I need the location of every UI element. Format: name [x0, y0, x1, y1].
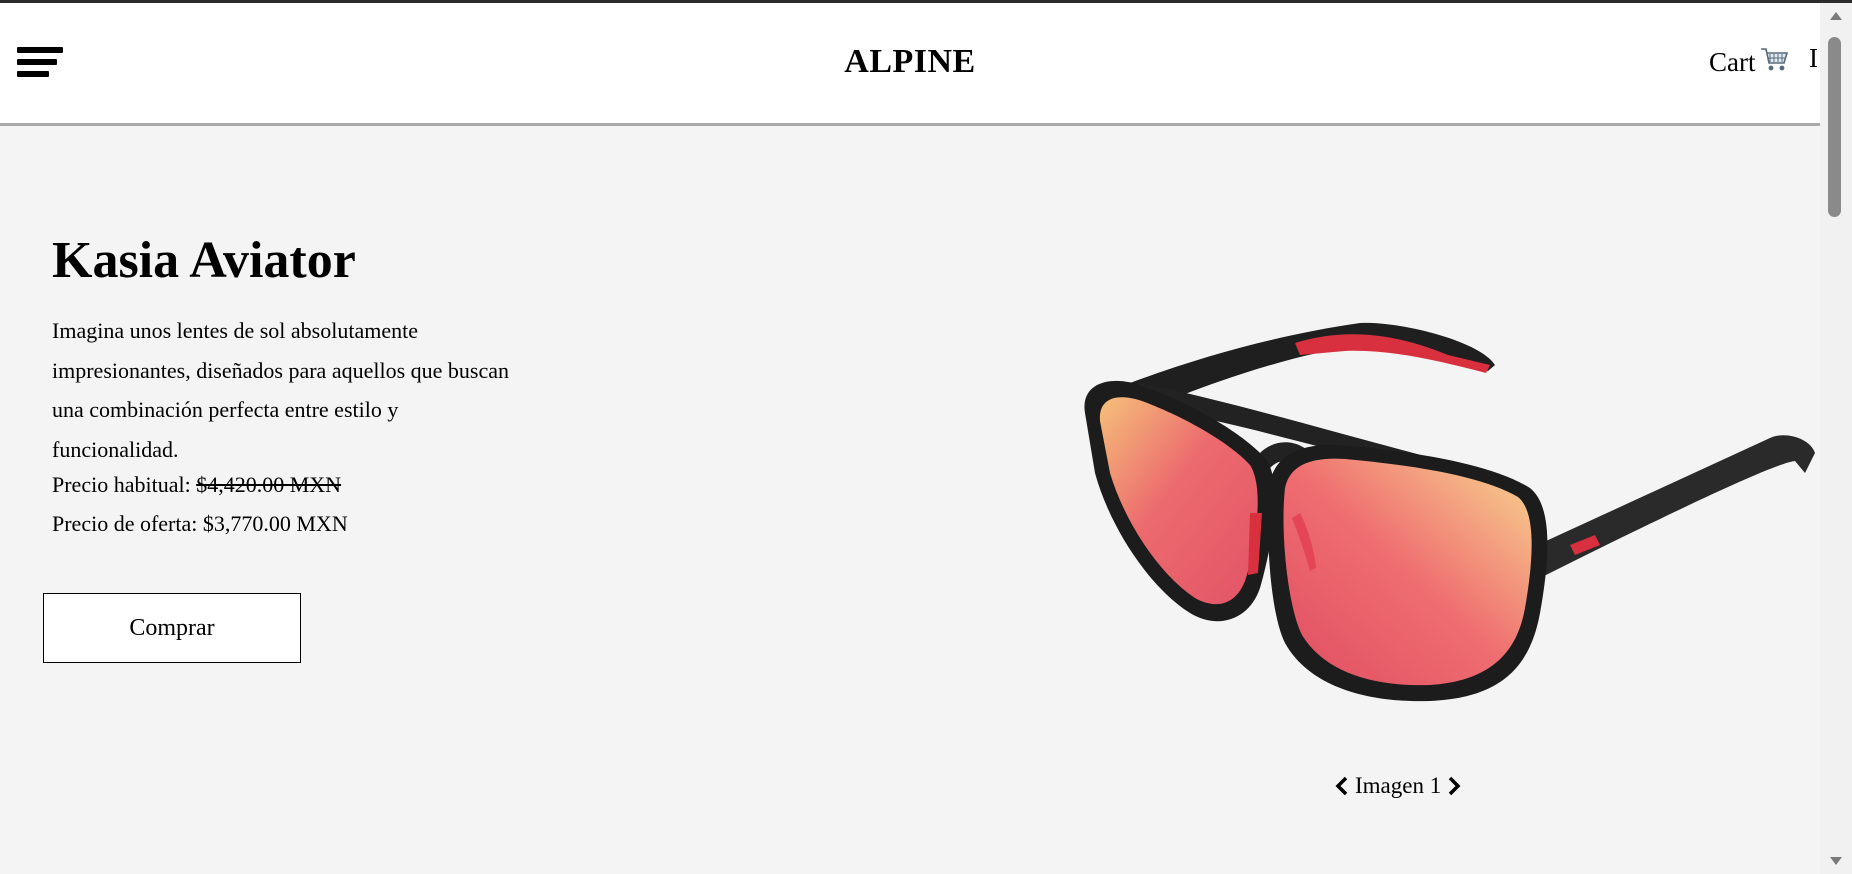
- sunglasses-image: [1084, 322, 1815, 702]
- chevron-left-icon[interactable]: [1335, 776, 1349, 796]
- cart-button[interactable]: Cart: [1709, 45, 1790, 80]
- brand-logo[interactable]: ALPINE: [0, 43, 1820, 81]
- header-extra-text[interactable]: I: [1809, 43, 1818, 74]
- cart-label: Cart: [1709, 47, 1756, 77]
- scroll-down-arrow-icon[interactable]: [1820, 848, 1852, 874]
- vertical-scrollbar[interactable]: [1820, 3, 1852, 874]
- scroll-up-arrow-icon[interactable]: [1820, 3, 1852, 29]
- image-carousel-nav: Imagen 1: [1335, 773, 1461, 799]
- regular-price-label: Precio habitual:: [52, 472, 191, 497]
- site-header: ALPINE Cart I: [0, 3, 1820, 126]
- chevron-right-icon[interactable]: [1447, 776, 1461, 796]
- page: ALPINE Cart I Kasia Aviator Imagina unos…: [0, 3, 1820, 874]
- product-title: Kasia Aviator: [52, 232, 356, 289]
- scrollbar-thumb[interactable]: [1828, 37, 1841, 217]
- regular-price: $4,420.00 MXN: [196, 472, 342, 497]
- sale-price: $3,770.00 MXN: [202, 511, 348, 536]
- buy-button[interactable]: Comprar: [43, 593, 301, 663]
- sale-price-label: Precio de oferta:: [52, 511, 198, 536]
- carousel-label: Imagen 1: [1355, 773, 1442, 798]
- regular-price-line: Precio habitual: $4,420.00 MXN: [52, 472, 341, 498]
- product-description: Imagina unos lentes de sol absolutamente…: [52, 318, 509, 462]
- shopping-cart-icon: [1760, 45, 1790, 80]
- sale-price-line: Precio de oferta: $3,770.00 MXN: [52, 511, 348, 537]
